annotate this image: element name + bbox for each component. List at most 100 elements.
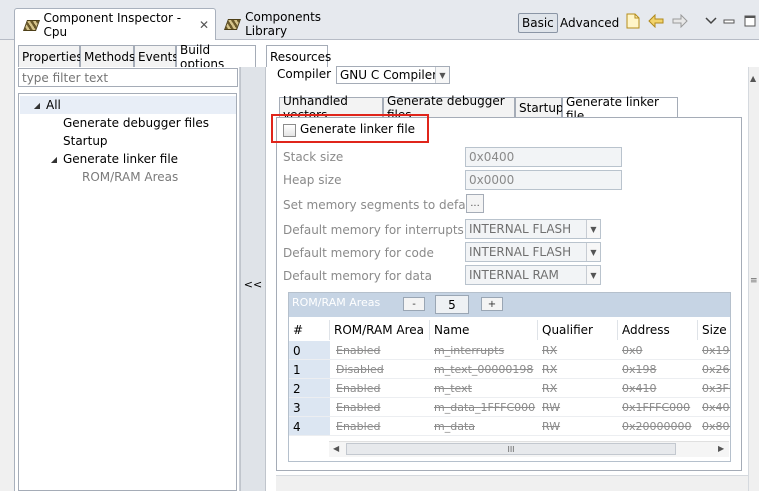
advanced-button[interactable]: Advanced — [557, 13, 622, 33]
tree-item-linker[interactable]: ◢ Generate linker file — [47, 150, 178, 168]
row-qualifier: RW — [542, 420, 561, 433]
collapse-panel-button[interactable]: << — [243, 278, 263, 292]
scroll-up-icon[interactable]: ▲ — [750, 74, 756, 83]
forward-arrow-icon[interactable] — [671, 12, 689, 30]
tree-item-label: All — [46, 98, 61, 112]
row-area: Enabled — [336, 382, 381, 395]
code-memory-label: Default memory for code — [283, 246, 434, 260]
tab-component-inspector[interactable]: Component Inspector - Cpu ✕ — [14, 8, 216, 40]
tab-events[interactable]: Events — [134, 45, 179, 67]
close-icon[interactable]: ✕ — [199, 18, 209, 32]
new-file-icon[interactable] — [624, 12, 642, 30]
stack-size-label: Stack size — [283, 150, 344, 164]
tab-methods[interactable]: Methods — [80, 45, 135, 67]
select-value: INTERNAL FLASH — [469, 222, 572, 236]
back-arrow-icon[interactable] — [647, 12, 665, 30]
add-row-button[interactable]: + — [481, 297, 503, 311]
column-header-size[interactable]: Size — [698, 320, 730, 340]
dropdown-arrow-icon[interactable]: ▼ — [586, 243, 600, 261]
row-address: 0x1FFFC000 — [622, 401, 691, 414]
tab-properties[interactable]: Properties — [18, 45, 83, 67]
subtab-generate-linker-file[interactable]: Generate linker file — [562, 95, 678, 123]
basic-button[interactable]: Basic — [518, 13, 558, 33]
scroll-left-icon[interactable]: ◀ — [333, 444, 339, 453]
view-menu-icon[interactable] — [702, 12, 720, 30]
row-name: m_interrupts — [434, 344, 505, 357]
column-header-area[interactable]: ROM/RAM Area — [330, 320, 430, 340]
generate-linker-label[interactable]: Generate linker file — [300, 122, 415, 136]
scroll-grip-icon[interactable]: ≡ — [750, 276, 758, 286]
select-value: INTERNAL FLASH — [469, 245, 572, 259]
row-area: Enabled — [336, 401, 381, 414]
row-count-field[interactable]: 5 — [435, 295, 469, 314]
table-row[interactable]: 0 Enabled m_interrupts RX 0x0 0x198 — [289, 341, 730, 360]
table-row[interactable]: 1 Disabled m_text_00000198 RX 0x198 0x26… — [289, 360, 730, 379]
expanded-triangle-icon[interactable]: ◢ — [30, 101, 44, 110]
column-header-address[interactable]: Address — [618, 320, 698, 340]
minimize-icon[interactable] — [720, 12, 738, 30]
tab-resources[interactable]: Resources — [266, 45, 331, 67]
heap-size-field[interactable]: 0x0000 — [465, 170, 622, 190]
row-index: 0 — [289, 341, 330, 360]
row-size: 0x3FB — [702, 382, 730, 395]
tree-item-romram[interactable]: ROM/RAM Areas — [82, 168, 178, 186]
scroll-right-icon[interactable]: ▶ — [718, 444, 724, 453]
tab-label: Components Library — [245, 10, 322, 38]
dropdown-arrow-icon[interactable]: ▼ — [586, 266, 600, 284]
remove-row-button[interactable]: - — [403, 297, 425, 311]
row-address: 0x0 — [622, 344, 643, 357]
table-row[interactable]: 2 Enabled m_text RX 0x410 0x3FB — [289, 379, 730, 398]
expanded-triangle-icon[interactable]: ◢ — [47, 155, 61, 164]
compiler-select[interactable]: GNU C Compiler ▼ — [336, 66, 450, 84]
row-area: Disabled — [336, 363, 384, 376]
dropdown-arrow-icon[interactable]: ▼ — [586, 220, 600, 238]
column-header-qualifier[interactable]: Qualifier — [538, 320, 618, 340]
component-icon — [23, 18, 37, 32]
romram-title: ROM/RAM Areas — [292, 296, 381, 309]
code-memory-select[interactable]: INTERNAL FLASH ▼ — [465, 242, 601, 262]
row-index: 4 — [289, 417, 330, 436]
generate-linker-checkbox[interactable] — [283, 124, 296, 137]
row-index: 3 — [289, 398, 330, 417]
table-row[interactable]: 3 Enabled m_data_1FFFC000 RW 0x1FFFC000 … — [289, 398, 730, 417]
row-size: 0x268 — [702, 363, 730, 376]
stack-size-field[interactable]: 0x0400 — [465, 147, 622, 167]
row-index: 2 — [289, 379, 330, 398]
tree-item-all[interactable]: ◢ All — [20, 96, 236, 114]
row-qualifier: RX — [542, 363, 558, 376]
column-header-index[interactable]: # — [289, 320, 330, 340]
heap-size-label: Heap size — [283, 173, 342, 187]
table-scroll-thumb[interactable]: III — [346, 443, 676, 455]
table-row[interactable]: 4 Enabled m_data RW 0x20000000 0x800 — [289, 417, 730, 436]
tree-item-label: Generate linker file — [63, 152, 179, 166]
compiler-label: Compiler — [277, 67, 332, 81]
horizontal-scrollbar[interactable] — [276, 475, 748, 491]
row-qualifier: RX — [542, 344, 558, 357]
row-name: m_data_1FFFC000 — [434, 401, 536, 414]
data-memory-select[interactable]: INTERNAL RAM ▼ — [465, 265, 601, 285]
column-header-name[interactable]: Name — [430, 320, 538, 340]
maximize-icon[interactable] — [741, 12, 759, 30]
memory-segments-button[interactable]: ... — [466, 194, 484, 213]
tree-item-debugger[interactable]: Generate debugger files — [63, 114, 209, 132]
filter-input[interactable] — [18, 68, 238, 87]
tab-build-options[interactable]: Build options — [176, 43, 256, 71]
row-name: m_data — [434, 420, 475, 433]
row-size: 0x400 — [702, 401, 730, 414]
tree-item-startup[interactable]: Startup — [63, 132, 108, 150]
row-qualifier: RX — [542, 382, 558, 395]
dropdown-arrow-icon[interactable]: ▼ — [435, 67, 449, 83]
interrupts-memory-label: Default memory for interrupts — [283, 223, 464, 237]
row-address: 0x20000000 — [622, 420, 692, 433]
row-name: m_text_00000198 — [434, 363, 534, 376]
subtab-startup[interactable]: Startup — [515, 97, 564, 118]
interrupts-memory-select[interactable]: INTERNAL FLASH ▼ — [465, 219, 601, 239]
data-memory-label: Default memory for data — [283, 269, 432, 283]
tab-components-library[interactable]: Components Library — [216, 8, 366, 40]
options-tree: ◢ All Generate debugger files Startup ◢ … — [18, 93, 237, 491]
row-divider — [289, 435, 730, 436]
row-index: 1 — [289, 360, 330, 379]
select-value: INTERNAL RAM — [469, 268, 559, 282]
row-size: 0x198 — [702, 344, 730, 357]
row-qualifier: RW — [542, 401, 561, 414]
